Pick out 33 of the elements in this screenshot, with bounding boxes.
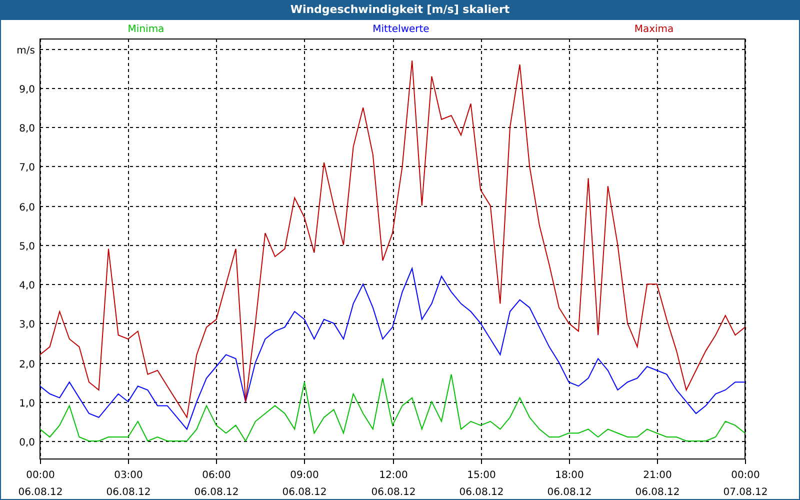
y-tick-label: m/s xyxy=(16,46,35,56)
x-tick-label: 12:00 xyxy=(379,470,408,481)
x-tick-label: 09:00 xyxy=(290,470,319,481)
x-tick-label: 06.08.12 xyxy=(547,487,592,498)
x-tick-label: 06.08.12 xyxy=(106,487,151,498)
x-tick-label: 06.08.12 xyxy=(194,487,239,498)
window-title: Windgeschwindigkeit [m/s] skaliert xyxy=(1,0,799,20)
x-tick-label: 00:00 xyxy=(731,470,760,481)
y-tick-label: 6,0 xyxy=(19,202,35,214)
x-tick-label: 06.08.12 xyxy=(635,487,680,498)
y-tick-label: 1,0 xyxy=(19,398,35,410)
y-tick-label: 9,0 xyxy=(19,84,35,96)
x-tick-label: 00:00 xyxy=(26,470,55,481)
legend-label: Minima xyxy=(128,24,164,35)
y-tick-label: 8,0 xyxy=(19,124,35,134)
y-tick-label: 0,0 xyxy=(19,438,35,448)
x-tick-label: 18:00 xyxy=(555,470,584,481)
x-tick-label: 06.08.12 xyxy=(18,487,63,498)
x-tick-label: 15:00 xyxy=(467,470,496,481)
x-tick-label: 06.08.12 xyxy=(282,487,327,498)
x-tick-label: 07.08.12 xyxy=(723,487,768,498)
x-tick-label: 03:00 xyxy=(114,470,143,481)
x-tick-label: 06.08.12 xyxy=(459,487,504,498)
y-tick-label: 3,0 xyxy=(19,320,35,330)
y-tick-label: 7,0 xyxy=(19,162,35,174)
legend-label: Maxima xyxy=(634,24,674,35)
legend-label: Mittelwerte xyxy=(372,24,430,35)
x-tick-label: 06:00 xyxy=(202,470,231,481)
y-tick-label: 2,0 xyxy=(19,360,35,370)
x-tick-label: 21:00 xyxy=(643,470,672,481)
y-tick-label: 5,0 xyxy=(19,242,35,252)
x-tick-label: 06.08.12 xyxy=(371,487,416,498)
y-tick-label: 4,0 xyxy=(19,280,35,292)
